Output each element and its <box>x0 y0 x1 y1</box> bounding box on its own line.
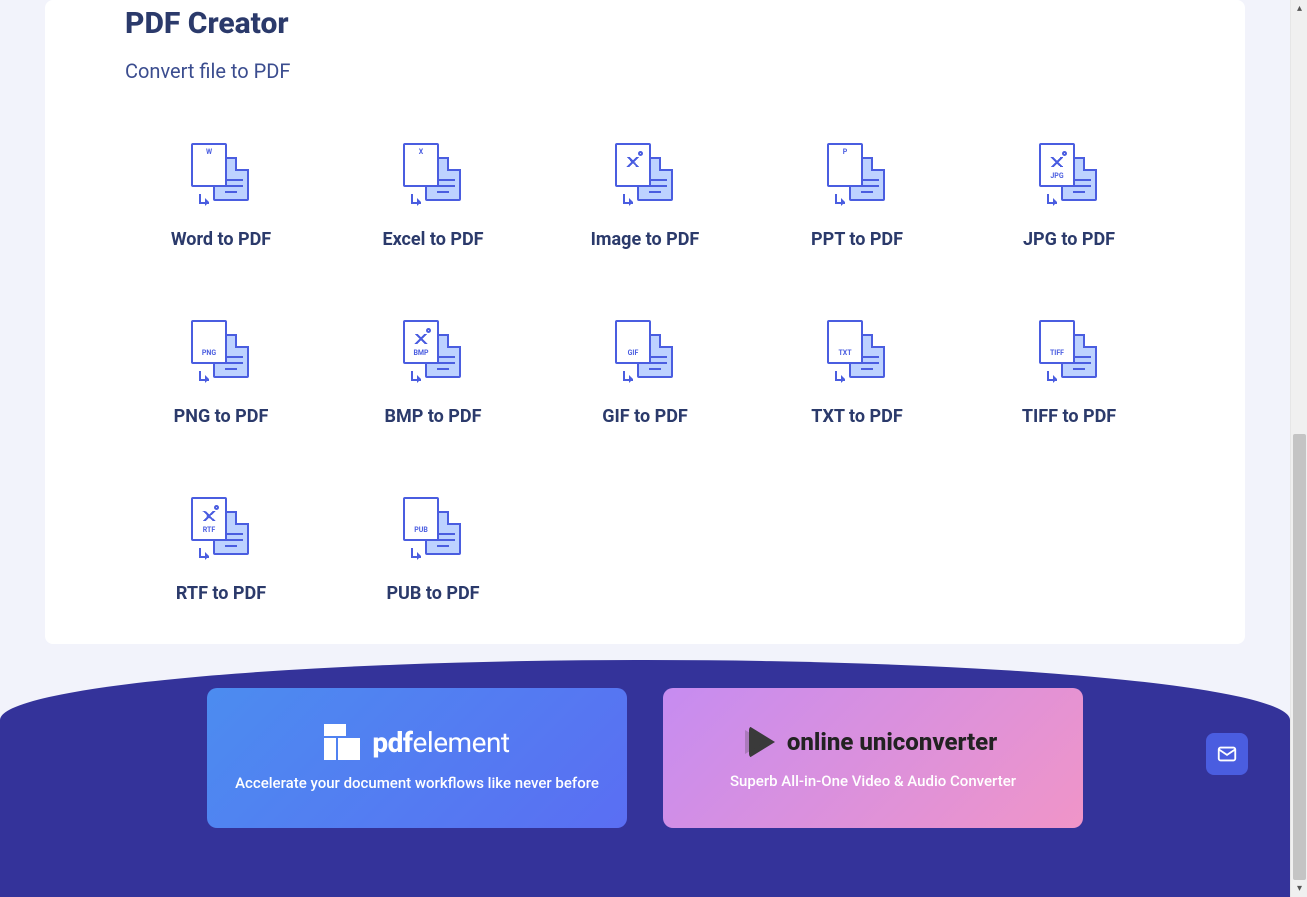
promo-row: pdfelement Accelerate your document work… <box>0 688 1290 828</box>
excel-file-icon: X <box>403 143 463 201</box>
image-file-icon <box>615 143 675 201</box>
pdfelement-tagline: Accelerate your document workflows like … <box>235 774 599 792</box>
word-file-icon: W <box>191 143 251 201</box>
section-title: PDF Creator <box>125 0 1165 41</box>
tool-jpg-to-pdf[interactable]: JPG JPG to PDF <box>973 143 1165 250</box>
tool-bmp-to-pdf[interactable]: BMP BMP to PDF <box>337 320 529 427</box>
pdfelement-logo-icon <box>324 724 360 760</box>
promo-pdfelement[interactable]: pdfelement Accelerate your document work… <box>207 688 627 828</box>
scrollbar-thumb[interactable] <box>1293 434 1306 880</box>
tool-label: Excel to PDF <box>382 229 483 250</box>
tool-label: GIF to PDF <box>602 406 688 427</box>
tool-label: BMP to PDF <box>385 406 482 427</box>
tool-tiff-to-pdf[interactable]: TIFF TIFF to PDF <box>973 320 1165 427</box>
tool-label: Image to PDF <box>591 229 700 250</box>
pdfelement-wordmark: pdfelement <box>372 726 509 759</box>
gif-file-icon: GIF <box>615 320 675 378</box>
ppt-file-icon: P <box>827 143 887 201</box>
tools-grid: W Word to PDF X Excel to PDF <box>125 143 1165 604</box>
scroll-down-button[interactable]: ▾ <box>1291 880 1307 897</box>
uniconverter-play-icon <box>749 726 775 758</box>
tool-label: PPT to PDF <box>811 229 903 250</box>
tool-label: Word to PDF <box>171 229 271 250</box>
tool-label: TIFF to PDF <box>1022 406 1116 427</box>
tool-word-to-pdf[interactable]: W Word to PDF <box>125 143 317 250</box>
vertical-scrollbar[interactable]: ▴ ▾ <box>1290 0 1307 897</box>
tool-gif-to-pdf[interactable]: GIF GIF to PDF <box>549 320 741 427</box>
tool-label: TXT to PDF <box>811 406 902 427</box>
txt-file-icon: TXT <box>827 320 887 378</box>
pub-file-icon: PUB <box>403 497 463 555</box>
section-subtitle: Convert file to PDF <box>125 59 1165 83</box>
rtf-file-icon: RTF <box>191 497 251 555</box>
pdf-creator-card: PDF Creator Convert file to PDF W Word t… <box>45 0 1245 644</box>
tool-image-to-pdf[interactable]: Image to PDF <box>549 143 741 250</box>
contact-mail-button[interactable] <box>1206 733 1248 775</box>
mail-icon <box>1216 743 1238 765</box>
tiff-file-icon: TIFF <box>1039 320 1099 378</box>
tool-label: PNG to PDF <box>174 406 269 427</box>
tool-png-to-pdf[interactable]: PNG PNG to PDF <box>125 320 317 427</box>
uniconverter-wordmark: online uniconverter <box>787 728 997 756</box>
bmp-file-icon: BMP <box>403 320 463 378</box>
tool-label: RTF to PDF <box>176 583 266 604</box>
tool-ppt-to-pdf[interactable]: P PPT to PDF <box>761 143 953 250</box>
png-file-icon: PNG <box>191 320 251 378</box>
uniconverter-tagline: Superb All-in-One Video & Audio Converte… <box>730 772 1016 790</box>
tool-rtf-to-pdf[interactable]: RTF RTF to PDF <box>125 497 317 604</box>
jpg-file-icon: JPG <box>1039 143 1099 201</box>
tool-pub-to-pdf[interactable]: PUB PUB to PDF <box>337 497 529 604</box>
tool-label: JPG to PDF <box>1023 229 1115 250</box>
tool-txt-to-pdf[interactable]: TXT TXT to PDF <box>761 320 953 427</box>
tool-excel-to-pdf[interactable]: X Excel to PDF <box>337 143 529 250</box>
promo-uniconverter[interactable]: online uniconverter Superb All-in-One Vi… <box>663 688 1083 828</box>
scroll-up-button[interactable]: ▴ <box>1291 0 1307 17</box>
tool-label: PUB to PDF <box>386 583 479 604</box>
